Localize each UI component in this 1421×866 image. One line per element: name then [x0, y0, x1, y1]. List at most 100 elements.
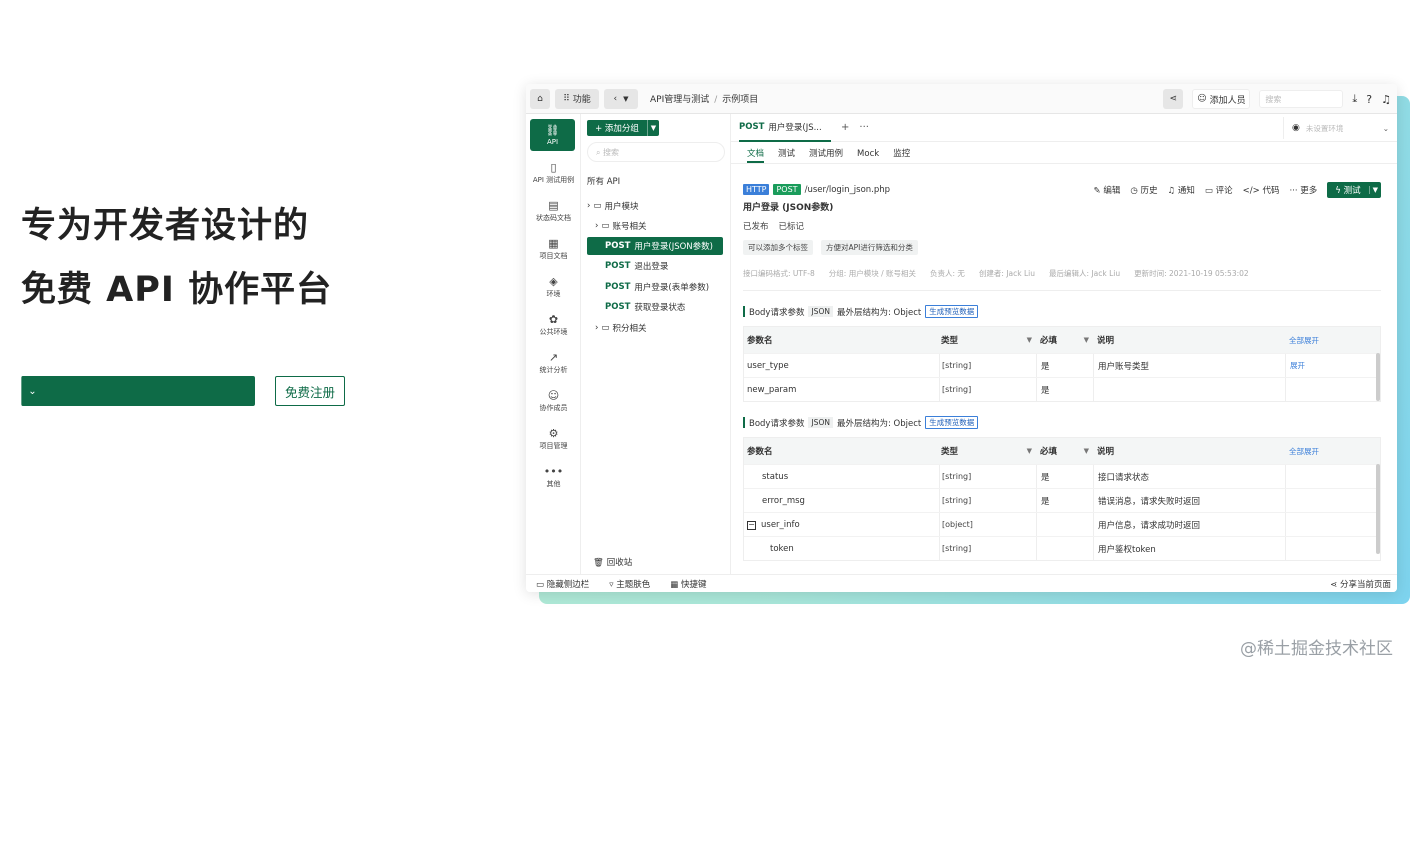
folder-label: 积分相关 — [612, 324, 647, 334]
download-button[interactable]: ⤓ 下载 macOS 客户端（Intel芯片） ⌄ — [21, 376, 441, 645]
more-tabs-icon[interactable]: ··· — [859, 122, 869, 133]
tag[interactable]: 可以添加多个标签 — [743, 240, 813, 255]
rail-item[interactable]: ⚙ 项目管理 — [526, 420, 581, 458]
theme-button[interactable]: ▿ 主题肤色 — [609, 578, 650, 590]
scrollbar[interactable] — [1376, 464, 1380, 554]
share-page-button[interactable]: ⋖ 分享当前页面 — [1330, 578, 1391, 590]
param-name: new_param — [747, 384, 797, 395]
expand-link[interactable]: 展开 — [1285, 354, 1380, 377]
rail-item[interactable]: ▤ 状态码文档 — [526, 192, 581, 230]
tab-test-cases[interactable]: 测试用例 — [809, 147, 843, 163]
breadcrumb-item[interactable]: 示例项目 — [722, 95, 758, 105]
rail-item[interactable]: ⛓ API — [530, 119, 575, 151]
recycle-bin[interactable]: 🗑 回收站 — [593, 556, 632, 568]
rail-item-label: 项目文档 — [539, 251, 568, 260]
param-desc — [1093, 378, 1285, 401]
col-type-label: 类型 — [941, 447, 959, 457]
tree-api-item[interactable]: POST 用户登录(JSON参数) — [587, 237, 723, 255]
history-icon: ◷ — [1130, 186, 1138, 196]
param-type: [string] — [939, 378, 1036, 401]
col-required-label: 必填 — [1040, 336, 1058, 346]
rail-item[interactable]: ✿ 公共环境 — [526, 306, 581, 344]
tree-search-input[interactable]: ⌕ 搜索 — [587, 142, 725, 162]
link-icon: ⛓ — [545, 123, 560, 137]
tab-login-json[interactable]: POST 用户登录(JS... — [739, 114, 831, 142]
tree-folder-user-module[interactable]: › ▭ 用户模块 — [587, 197, 723, 215]
more-button[interactable]: ··· 更多 — [1289, 184, 1317, 196]
param-name: status — [762, 471, 789, 482]
rail-item[interactable]: ↗ 统计分析 — [526, 344, 581, 382]
feature-button[interactable]: ⠿ 功能 — [555, 88, 599, 109]
expand-all-link[interactable]: 全部展开 — [1285, 327, 1380, 353]
test-button[interactable]: ϟ 测试 ▼ — [1327, 182, 1381, 198]
more-icon: ••• — [543, 464, 564, 478]
tab-docs[interactable]: 文档 — [747, 147, 765, 163]
register-button[interactable]: 免费注册 — [275, 376, 345, 406]
tab-strip: POST 用户登录(JS... + ··· ◉ 未设置环境 ⌄ — [731, 114, 1397, 142]
share-icon[interactable]: ⋖ — [1163, 89, 1184, 109]
nav-back-button[interactable]: ‹ ▼ — [604, 88, 638, 109]
filter-icon[interactable]: ▼ — [1084, 336, 1089, 344]
tree-search-placeholder: 搜索 — [603, 148, 620, 157]
bell-icon[interactable]: ♫ — [1381, 93, 1391, 106]
filter-icon[interactable]: ▼ — [1084, 447, 1089, 455]
notify-button[interactable]: ♫ 通知 — [1168, 184, 1195, 196]
expand-all-link[interactable]: 全部展开 — [1285, 438, 1380, 464]
shortcut-button[interactable]: ▦ 快捷键 — [670, 578, 706, 590]
help-icon[interactable]: ? — [1366, 93, 1372, 106]
global-search-input[interactable]: 搜索 — [1259, 90, 1344, 108]
meta-editor: 最后编辑人: Jack Liu — [1049, 269, 1121, 278]
param-extra — [1285, 537, 1380, 560]
add-member-button[interactable]: ☺ 添加人员 — [1192, 89, 1251, 109]
rail-item[interactable]: ☺ 协作成员 — [526, 382, 581, 420]
tree-folder-account[interactable]: › ▭ 账号相关 — [595, 217, 731, 235]
add-tab-icon[interactable]: + — [841, 122, 849, 133]
add-group-button[interactable]: + 添加分组 ▼ — [587, 120, 659, 136]
rail-item[interactable]: ▯ API 测试用例 — [526, 154, 581, 192]
search-icon: ⌕ — [596, 148, 601, 157]
filter-icon[interactable]: ▼ — [1027, 336, 1032, 344]
tab-mock[interactable]: Mock — [857, 149, 879, 163]
feature-label: 功能 — [572, 95, 591, 105]
tab-test[interactable]: 测试 — [778, 147, 795, 163]
breadcrumb-item[interactable]: API管理与测试 — [650, 95, 709, 105]
tree-api-item[interactable]: POST 用户登录(表单参数) — [587, 278, 723, 296]
param-desc: 用户信息，请求成功时返回 — [1093, 513, 1285, 536]
tree-folder-points[interactable]: › ▭ 积分相关 — [595, 319, 731, 337]
history-button[interactable]: ◷ 历史 — [1130, 184, 1157, 196]
col-required: 必填 ▼ — [1036, 327, 1093, 353]
hide-sidebar-button[interactable]: ▭ 隐藏侧边栏 — [536, 578, 589, 590]
tree-all-api[interactable]: 所有 API — [587, 172, 723, 190]
scrollbar[interactable] — [1376, 353, 1380, 401]
code-button[interactable]: </> 代码 — [1243, 184, 1280, 196]
tree-api-item[interactable]: POST 退出登录 — [587, 257, 723, 275]
home-icon[interactable]: ⌂ — [530, 88, 550, 109]
comment-button[interactable]: ▭ 评论 — [1205, 184, 1233, 196]
caret-down-icon[interactable]: ▼ — [647, 120, 659, 136]
tree-api-item[interactable]: POST 获取登录状态 — [587, 298, 723, 316]
app-window: ⌂ ⠿ 功能 ‹ ▼ API管理与测试 / 示例项目 ⋖ ☺ 添加人员 搜索 ⤓ ? ♫ … — [526, 84, 1397, 592]
add-user-icon: ☺ — [1197, 94, 1207, 104]
generate-preview-button[interactable]: 生成预览数据 — [925, 416, 979, 429]
collapse-icon[interactable]: − — [747, 520, 756, 530]
download-dropdown-chevron-icon[interactable]: ⌄ — [21, 376, 43, 406]
caret-down-icon[interactable]: ▼ — [1368, 186, 1381, 194]
param-type: [string] — [939, 489, 1036, 512]
sub-tabs: 文档 测试 测试用例 Mock 监控 — [731, 142, 1397, 164]
rail-item[interactable]: ••• 其他 — [526, 458, 581, 496]
rail-item-label: 项目管理 — [539, 441, 568, 450]
caret-down-icon: ▼ — [623, 94, 629, 103]
tab-monitor[interactable]: 监控 — [893, 147, 910, 163]
lightning-icon: ϟ — [1335, 186, 1341, 196]
filter-icon[interactable]: ▼ — [1027, 447, 1032, 455]
generate-preview-button[interactable]: 生成预览数据 — [925, 305, 979, 318]
tag[interactable]: 方便对API进行筛选和分类 — [821, 240, 918, 255]
rail-item[interactable]: ▦ 项目文档 — [526, 230, 581, 268]
environment-select[interactable]: ◉ 未设置环境 ⌄ — [1283, 117, 1393, 139]
rail-item[interactable]: ◈ 环境 — [526, 268, 581, 306]
edit-button[interactable]: ✎ 编辑 — [1094, 184, 1121, 196]
meta-owner: 负责人: 无 — [930, 269, 965, 278]
table-row: new_param [string] 是 — [744, 377, 1380, 401]
method-badge: POST — [605, 241, 631, 251]
download-icon[interactable]: ⤓ — [1352, 92, 1357, 106]
